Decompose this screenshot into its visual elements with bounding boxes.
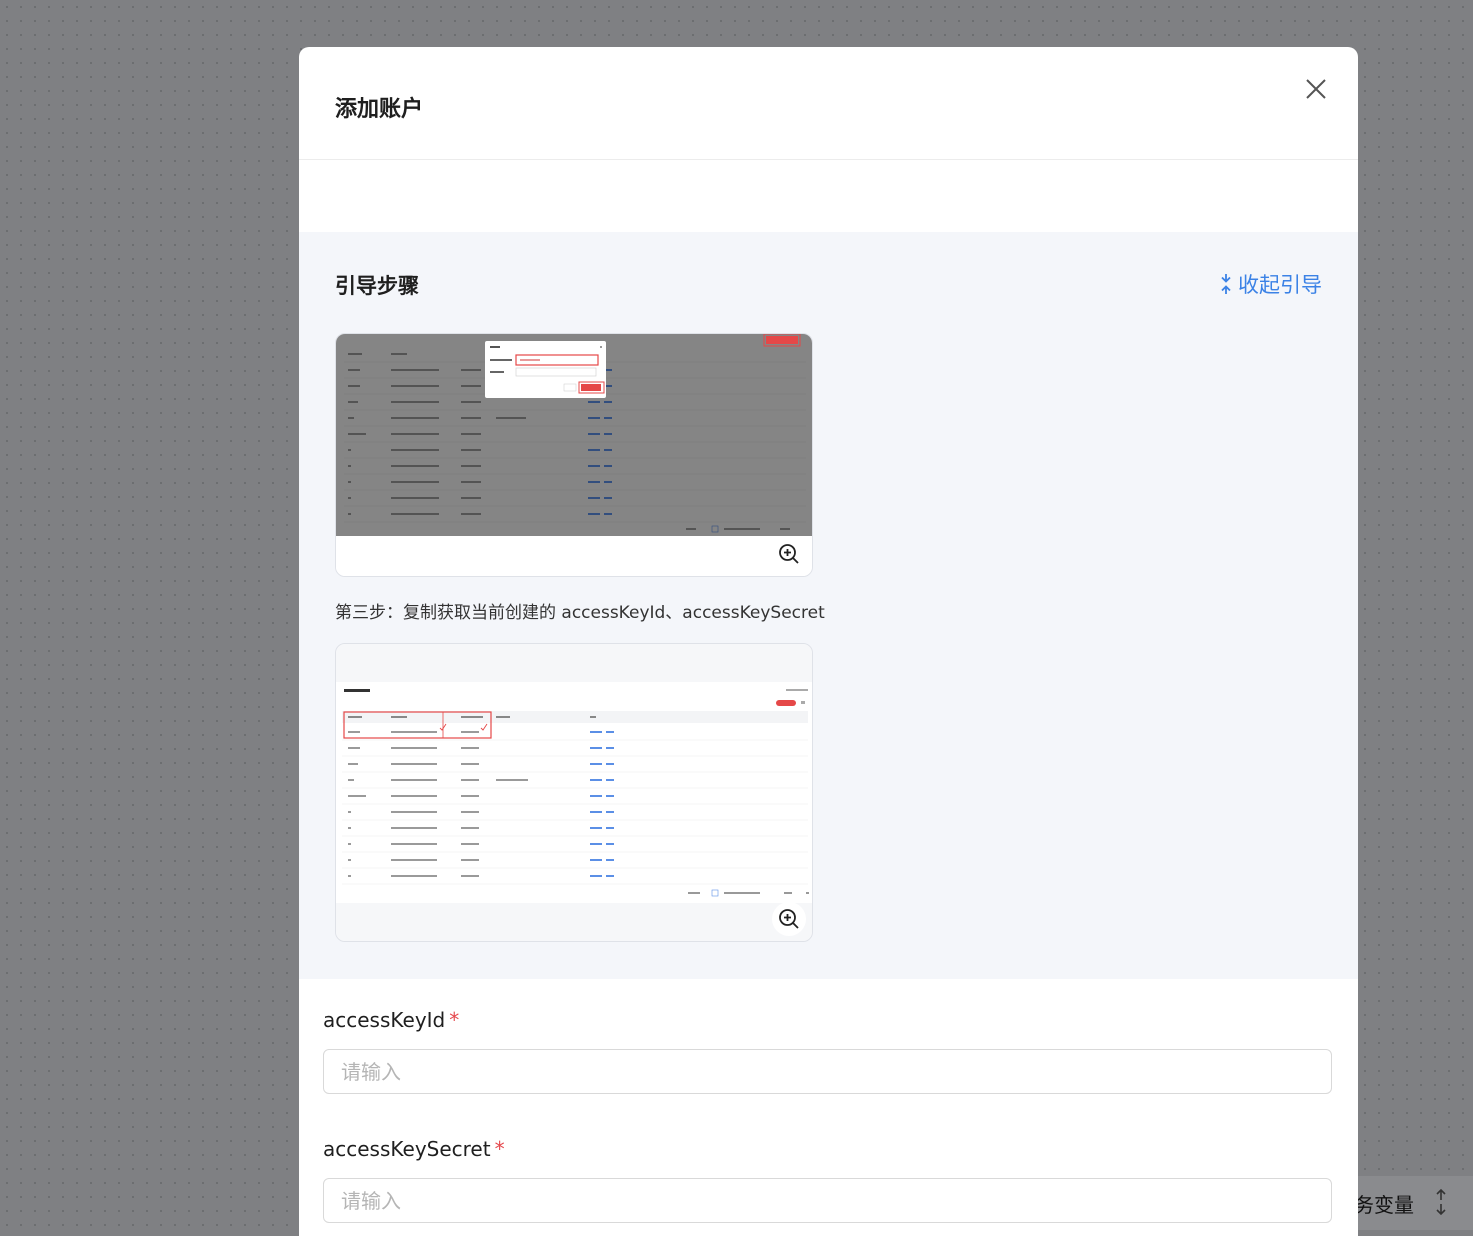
access-key-secret-label-text: accessKeySecret	[323, 1137, 491, 1161]
screenshot-step3-image	[336, 644, 812, 941]
collapse-guide-button[interactable]: 收起引导	[1220, 269, 1322, 299]
guide-screenshot-step3	[335, 643, 813, 942]
collapse-guide-label: 收起引导	[1238, 273, 1322, 297]
sort-arrows-icon[interactable]	[1434, 1188, 1448, 1218]
add-account-modal: 添加账户 引导步骤 收起引导 第三步：复制获取当前创建的 accessKeyId…	[299, 47, 1358, 1236]
access-key-secret-input[interactable]	[323, 1178, 1332, 1223]
required-mark: *	[449, 1008, 460, 1032]
zoom-in-icon[interactable]	[772, 902, 806, 936]
task-variables-chip[interactable]: 务变量	[1340, 1176, 1473, 1230]
access-key-id-label-text: accessKeyId	[323, 1008, 446, 1032]
zoom-in-icon[interactable]	[772, 537, 806, 571]
guide-section: 引导步骤 收起引导 第三步：复制获取当前创建的 accessKeyId、acce…	[299, 232, 1358, 979]
access-key-id-label: accessKeyId *	[323, 1008, 459, 1032]
step3-instruction: 第三步：复制获取当前创建的 accessKeyId、accessKeySecre…	[335, 603, 825, 623]
screenshot-step2-image	[336, 334, 812, 576]
access-key-secret-label: accessKeySecret *	[323, 1137, 505, 1161]
close-icon[interactable]	[1304, 77, 1328, 101]
required-mark: *	[494, 1137, 505, 1161]
collapse-icon	[1221, 274, 1231, 294]
access-key-id-input[interactable]	[323, 1049, 1332, 1094]
guide-title: 引导步骤	[335, 274, 419, 298]
guide-screenshot-step2	[335, 333, 813, 577]
task-variables-label: 务变量	[1354, 1192, 1414, 1217]
modal-header: 添加账户	[299, 47, 1358, 160]
modal-title: 添加账户	[335, 97, 424, 122]
